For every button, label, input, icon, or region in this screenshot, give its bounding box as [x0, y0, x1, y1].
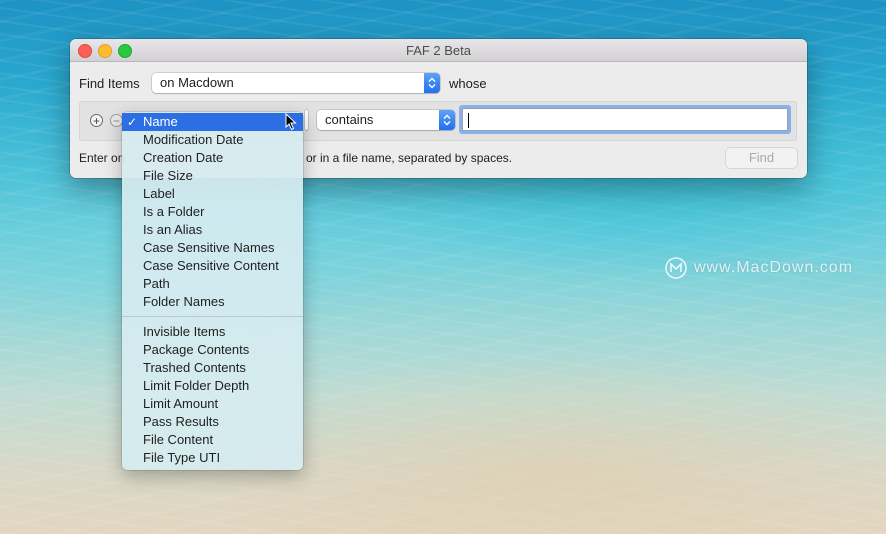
menu-item-file-size[interactable]: File Size	[122, 167, 303, 185]
menu-item-label: Modification Date	[143, 132, 244, 147]
menu-item-package-contents[interactable]: Package Contents	[122, 341, 303, 359]
checkmark-icon: ✓	[127, 115, 138, 129]
minus-circle-icon: −	[112, 113, 120, 128]
menu-item-label: Label	[143, 186, 175, 201]
menu-item-name[interactable]: ✓ Name	[122, 113, 303, 131]
watermark-text: www.MacDown.com	[694, 259, 854, 276]
menu-item-pass-results[interactable]: Pass Results	[122, 413, 303, 431]
menu-item-label: Name	[143, 114, 178, 129]
menu-item-folder-names[interactable]: Folder Names	[122, 293, 303, 311]
menu-item-label: Trashed Contents	[143, 360, 246, 375]
menu-item-limit-amount[interactable]: Limit Amount	[122, 395, 303, 413]
menu-separator	[122, 316, 303, 317]
menu-item-path[interactable]: Path	[122, 275, 303, 293]
help-text-left: Enter on	[79, 151, 125, 165]
macdown-logo-icon	[665, 257, 687, 279]
find-items-label: Find Items	[79, 76, 140, 91]
whose-label: whose	[449, 76, 487, 91]
menu-item-label: Limit Folder Depth	[143, 378, 250, 393]
menu-item-label: File Type UTI	[143, 450, 221, 465]
menu-item-is-an-alias[interactable]: Is an Alias	[122, 221, 303, 239]
menu-item-invisible-items[interactable]: Invisible Items	[122, 323, 303, 341]
menu-item-is-a-folder[interactable]: Is a Folder	[122, 203, 303, 221]
menu-item-trashed-contents[interactable]: Trashed Contents	[122, 359, 303, 377]
menu-item-label: Case Sensitive Names	[143, 240, 275, 255]
plus-circle-icon: +	[92, 113, 100, 128]
search-input[interactable]	[462, 108, 788, 131]
chevron-updown-icon	[439, 110, 455, 130]
menu-item-file-type-uti[interactable]: File Type UTI	[122, 449, 303, 467]
find-button[interactable]: Find	[726, 148, 797, 168]
menu-item-label: Limit Amount	[143, 396, 219, 411]
location-popup[interactable]: on Macdown	[152, 73, 440, 93]
chevron-updown-icon	[424, 73, 440, 93]
title-bar[interactable]: FAF 2 Beta	[70, 39, 807, 62]
menu-item-label: Path	[143, 276, 170, 291]
menu-item-label: Package Contents	[143, 342, 250, 357]
add-criterion-button[interactable]: +	[90, 114, 103, 127]
menu-item-label-attr[interactable]: Label	[122, 185, 303, 203]
menu-item-creation-date[interactable]: Creation Date	[122, 149, 303, 167]
menu-item-label: Pass Results	[143, 414, 219, 429]
help-text-right: or in a file name, separated by spaces.	[306, 151, 513, 165]
menu-item-label: Folder Names	[143, 294, 225, 309]
window-title: FAF 2 Beta	[405, 43, 472, 58]
attribute-popup-edge	[305, 110, 308, 130]
menu-item-limit-folder-depth[interactable]: Limit Folder Depth	[122, 377, 303, 395]
menu-item-label: Is an Alias	[143, 222, 203, 237]
menu-item-label: Creation Date	[143, 150, 224, 165]
menu-item-file-content[interactable]: File Content	[122, 431, 303, 449]
menu-item-label: File Content	[143, 432, 214, 447]
menu-item-case-sensitive-content[interactable]: Case Sensitive Content	[122, 257, 303, 275]
menu-item-label: Invisible Items	[143, 324, 226, 339]
mouse-pointer-icon	[285, 113, 297, 131]
menu-item-label: Case Sensitive Content	[143, 258, 279, 273]
menu-item-label: Is a Folder	[143, 204, 205, 219]
menu-item-modification-date[interactable]: Modification Date	[122, 131, 303, 149]
location-value: on Macdown	[160, 75, 234, 90]
attribute-dropdown-menu: ✓ Name Modification Date Creation Date F…	[122, 112, 303, 470]
watermark: www.MacDown.com	[664, 255, 853, 281]
operator-value: contains	[325, 112, 374, 127]
menu-item-label: File Size	[143, 168, 193, 183]
menu-item-case-sensitive-names[interactable]: Case Sensitive Names	[122, 239, 303, 257]
operator-popup[interactable]: contains	[317, 110, 455, 130]
text-caret	[468, 113, 469, 129]
